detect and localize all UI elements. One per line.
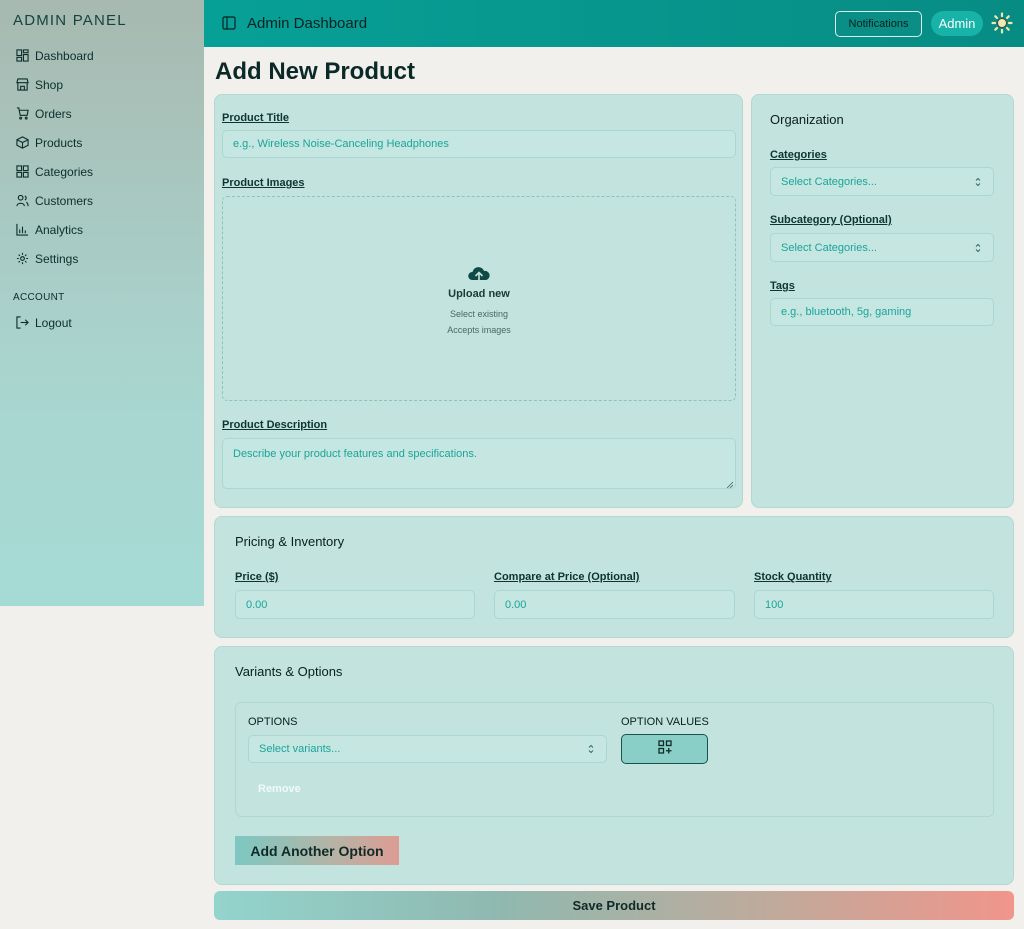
product-description-textarea[interactable]: Describe your product features and speci…: [222, 438, 736, 489]
users-icon: [16, 194, 29, 207]
categories-select-value: Select Categories...: [781, 175, 877, 188]
logout-button[interactable]: Logout: [16, 308, 72, 337]
add-another-option-button[interactable]: Add Another Option: [235, 836, 399, 865]
remove-option-button[interactable]: Remove: [258, 783, 301, 795]
stock-quantity-input[interactable]: 100: [754, 590, 994, 619]
sidebar-item-customers[interactable]: Customers: [16, 186, 196, 215]
sidebar-item-orders[interactable]: Orders: [16, 99, 196, 128]
grid-icon: [16, 165, 29, 178]
image-upload-dropzone[interactable]: Upload new Select existing Accepts image…: [222, 196, 736, 401]
sidebar-item-settings[interactable]: Settings: [16, 244, 196, 273]
logout-label: Logout: [35, 315, 72, 330]
theme-toggle-icon[interactable]: [991, 12, 1013, 34]
option-values-label: OPTION VALUES: [621, 716, 709, 728]
sidebar: ADMIN PANEL Dashboard Shop Orders Produc…: [0, 0, 204, 606]
sidebar-item-analytics[interactable]: Analytics: [16, 215, 196, 244]
stock-quantity-label: Stock Quantity: [754, 571, 832, 583]
sidebar-item-products[interactable]: Products: [16, 128, 196, 157]
compare-price-label: Compare at Price (Optional): [494, 571, 640, 583]
gear-icon: [16, 252, 29, 265]
add-option-values-button[interactable]: [621, 734, 708, 764]
tags-label: Tags: [770, 280, 795, 292]
cloud-upload-icon: [468, 265, 490, 283]
sidebar-item-label: Analytics: [35, 222, 84, 237]
grid-plus-icon: [657, 739, 672, 759]
sidebar-item-label: Settings: [35, 251, 79, 266]
product-title-input[interactable]: e.g., Wireless Noise-Canceling Headphone…: [222, 130, 736, 158]
top-bar: Admin Dashboard Notifications Admin: [204, 0, 1024, 47]
sidebar-item-label: Shop: [35, 77, 64, 92]
compare-price-input[interactable]: 0.00: [494, 590, 735, 619]
categories-select[interactable]: Select Categories...: [770, 167, 994, 196]
sidebar-item-dashboard[interactable]: Dashboard: [16, 41, 196, 70]
notifications-button[interactable]: Notifications: [835, 11, 922, 37]
resize-handle-icon[interactable]: [726, 479, 734, 489]
logout-icon: [16, 316, 29, 329]
box-icon: [16, 136, 29, 149]
chevron-up-down-icon: [973, 242, 983, 254]
accepts-images-hint: Accepts images: [447, 325, 511, 335]
options-label: OPTIONS: [248, 716, 298, 728]
chevron-up-down-icon: [973, 176, 983, 188]
store-icon: [16, 78, 29, 91]
subcategory-select-value: Select Categories...: [781, 241, 877, 254]
sidebar-item-categories[interactable]: Categories: [16, 157, 196, 186]
subcategory-label: Subcategory (Optional): [770, 214, 892, 226]
account-section-label: ACCOUNT: [13, 292, 65, 303]
sidebar-item-label: Orders: [35, 106, 72, 121]
chart-icon: [16, 223, 29, 236]
description-placeholder: Describe your product features and speci…: [233, 448, 477, 460]
brand-title: ADMIN PANEL: [13, 12, 127, 29]
sidebar-toggle-icon[interactable]: [222, 16, 236, 30]
upload-new-label[interactable]: Upload new: [223, 288, 735, 300]
price-input[interactable]: 0.00: [235, 590, 475, 619]
sidebar-item-label: Customers: [35, 193, 94, 208]
sidebar-item-label: Dashboard: [35, 48, 94, 63]
product-title-label: Product Title: [222, 112, 290, 124]
page-title: Add New Product: [215, 58, 416, 85]
product-images-label: Product Images: [222, 177, 305, 189]
cart-icon: [16, 107, 29, 120]
save-product-button[interactable]: Save Product: [214, 891, 1014, 920]
pricing-heading: Pricing & Inventory: [235, 534, 345, 549]
price-label: Price ($): [235, 571, 279, 583]
sidebar-item-shop[interactable]: Shop: [16, 70, 196, 99]
variants-select[interactable]: Select variants...: [248, 735, 607, 763]
tags-input[interactable]: e.g., bluetooth, 5g, gaming: [770, 298, 994, 326]
product-description-label: Product Description: [222, 419, 328, 431]
sidebar-nav: Dashboard Shop Orders Products Categorie…: [16, 41, 196, 273]
sidebar-item-label: Products: [35, 135, 83, 150]
select-existing-link[interactable]: Select existing: [223, 309, 735, 319]
categories-label: Categories: [770, 149, 827, 161]
variants-heading: Variants & Options: [235, 664, 343, 679]
sidebar-item-label: Categories: [35, 164, 94, 179]
user-menu-button[interactable]: Admin: [931, 11, 983, 36]
topbar-title: Admin Dashboard: [247, 15, 368, 32]
organization-heading: Organization: [770, 112, 844, 127]
chevron-up-down-icon: [586, 743, 596, 755]
dashboard-icon: [16, 49, 29, 62]
variants-select-value: Select variants...: [259, 743, 341, 755]
subcategory-select[interactable]: Select Categories...: [770, 233, 994, 262]
